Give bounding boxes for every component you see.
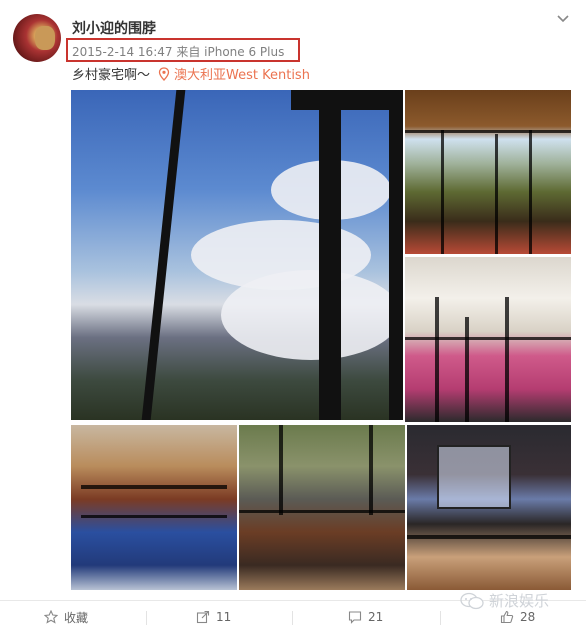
comment-count: 21 (368, 610, 384, 624)
ceiling-beam (407, 535, 571, 539)
timestamp[interactable]: 2015-2-14 16:47 (72, 45, 173, 59)
railing (465, 317, 469, 422)
cloud (221, 270, 401, 360)
username[interactable]: 刘小迎的围脖 (72, 18, 156, 38)
railing (435, 297, 439, 422)
table-edge (81, 485, 227, 489)
window-frame (529, 130, 532, 254)
post-meta: 2015-2-14 16:47 来自 iPhone 6 Plus (72, 43, 284, 60)
window-frame (279, 425, 283, 515)
window-frame (319, 90, 341, 420)
divider (292, 611, 293, 625)
wechat-icon (460, 592, 484, 609)
window-frame (495, 134, 498, 254)
divider (146, 611, 147, 625)
thumbs-up-icon (500, 610, 514, 624)
photo-6[interactable] (407, 425, 571, 590)
railing (405, 337, 571, 340)
photo-5[interactable] (239, 425, 405, 590)
chevron-down-icon[interactable] (556, 12, 570, 26)
table-edge (81, 515, 227, 518)
window-frame (291, 90, 403, 110)
repost-icon (196, 610, 210, 624)
window-frame (441, 130, 444, 254)
skylight (437, 445, 511, 509)
photo-2[interactable] (405, 90, 571, 254)
location-label: 澳大利亚West Kentish (174, 68, 310, 83)
star-icon (44, 610, 58, 624)
watermark-text: 新浪娱乐 (489, 592, 550, 610)
comment-button[interactable]: 21 (348, 601, 383, 633)
window-frame (239, 510, 405, 513)
photo-1[interactable] (71, 90, 403, 420)
photo-3[interactable] (405, 257, 571, 422)
favorite-button[interactable]: 收藏 (44, 601, 88, 633)
photo-4[interactable] (71, 425, 237, 590)
favorite-label: 收藏 (64, 610, 89, 625)
post-text: 乡村豪宅啊～ 澳大利亚West Kentish (72, 64, 310, 83)
repost-count: 11 (216, 610, 232, 624)
window-frame (369, 425, 373, 515)
window-frame (389, 110, 403, 420)
post-body: 乡村豪宅啊～ (72, 68, 151, 83)
window-frame (405, 130, 571, 133)
source[interactable]: 来自 iPhone 6 Plus (176, 45, 284, 59)
post-header: 刘小迎的围脖 2015-2-14 16:47 来自 iPhone 6 Plus … (0, 0, 586, 90)
like-count: 28 (520, 610, 536, 624)
railing (505, 297, 509, 422)
location-pin-icon (158, 67, 170, 81)
comment-icon (348, 611, 362, 624)
watermark: 新浪娱乐 (459, 590, 549, 611)
window-frame (141, 90, 186, 420)
repost-button[interactable]: 11 (196, 601, 231, 633)
location-link[interactable]: 澳大利亚West Kentish (158, 67, 310, 83)
avatar[interactable] (13, 14, 61, 62)
divider (440, 611, 441, 625)
